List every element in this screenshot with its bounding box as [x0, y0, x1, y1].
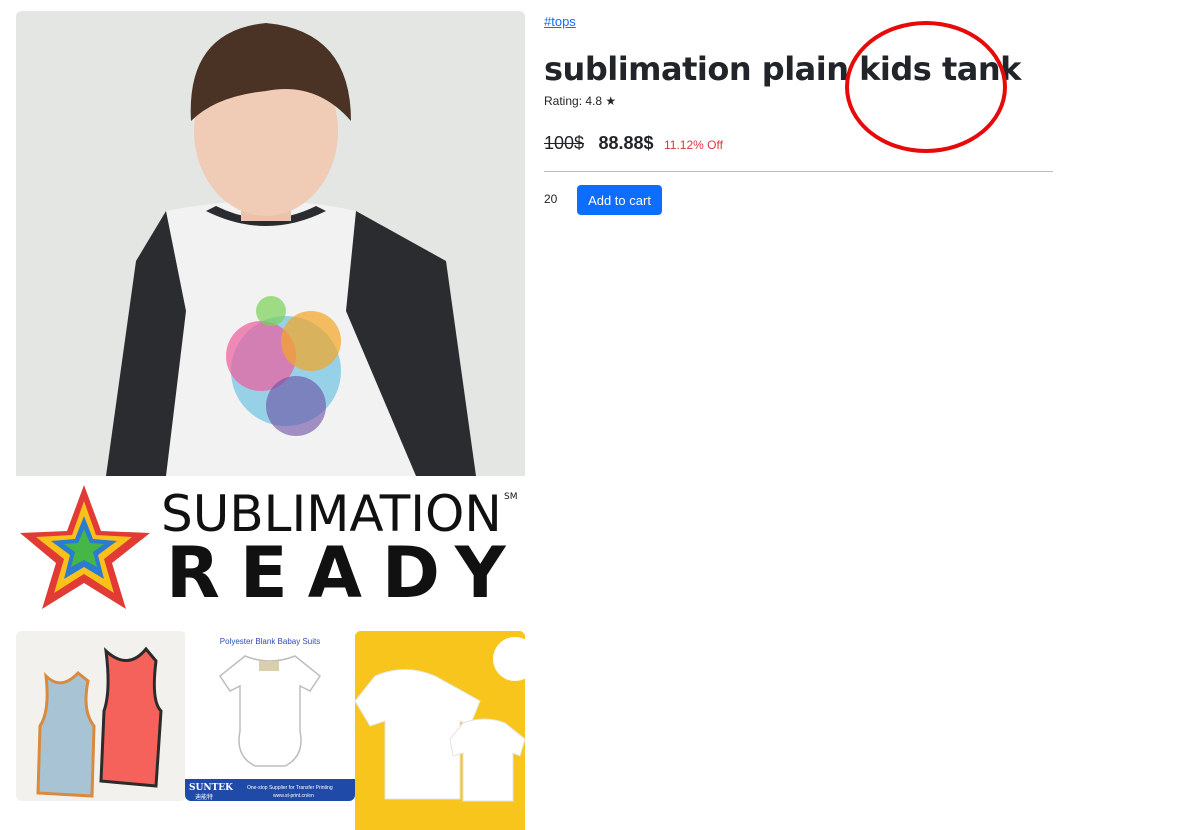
quantity-value[interactable]: 20 [544, 192, 557, 206]
thumb-tagline: One-stop Supplier for Transfer Printing [247, 785, 333, 791]
tank-tops-photo [16, 631, 186, 801]
old-price: 100$ [544, 133, 585, 153]
price-row: 100$ 88.88$ 11.12% Off [544, 133, 723, 154]
banner-line2: READY [166, 532, 525, 612]
main-product-image[interactable]: SUBLIMATION SM READY [16, 11, 525, 612]
product-rating: Rating: 4.8 ★ [544, 94, 617, 108]
thumb-caption: Polyester Blank Babay Suits [220, 637, 321, 646]
add-to-cart-button[interactable]: Add to cart [577, 185, 662, 215]
current-price: 88.88$ [598, 133, 654, 153]
thumbnail-kids-tees[interactable] [355, 631, 525, 830]
thumb-url: www.st-print.cn/en [273, 793, 314, 799]
baby-suit-photo: Polyester Blank Babay Suits SUNTEK 迪能特 O… [185, 631, 355, 801]
thumb-brand: SUNTEK [189, 783, 234, 793]
product-title: sublimation plain kids tank [544, 50, 1021, 88]
kids-tees-photo [355, 631, 525, 830]
category-link[interactable]: #tops [544, 14, 576, 29]
thumb-brand-cn: 迪能特 [195, 793, 213, 801]
divider [544, 171, 1053, 172]
discount-badge: 11.12% Off [664, 138, 723, 152]
product-photo: SUBLIMATION SM READY [16, 11, 525, 612]
banner-trademark: SM [504, 492, 517, 502]
thumbnail-baby-suits[interactable]: Polyester Blank Babay Suits SUNTEK 迪能特 O… [185, 631, 355, 801]
thumbnail-tank-tops[interactable] [16, 631, 186, 801]
